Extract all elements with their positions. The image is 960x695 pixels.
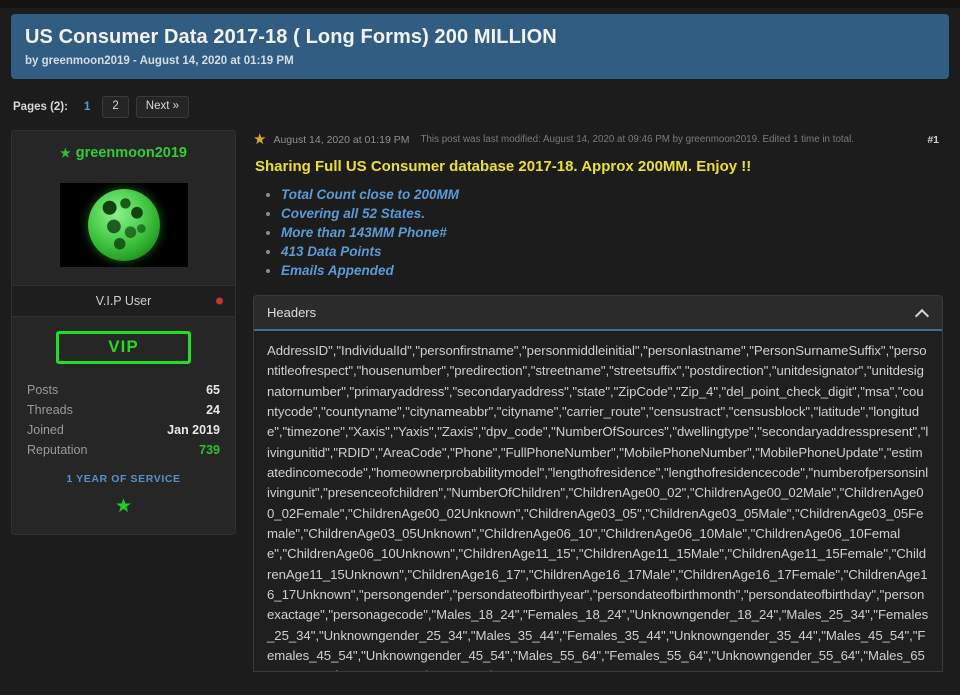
pagination-page-1[interactable]: 1 [79, 101, 95, 113]
stat-key-joined: Joined [27, 423, 64, 437]
post-bullet-list: Total Count close to 200MM Covering all … [281, 187, 949, 278]
green-star-award-icon[interactable]: ★ [24, 497, 223, 516]
post-star-icon: ★ [253, 132, 266, 147]
list-item: More than 143MM Phone# [281, 225, 949, 240]
list-item: 413 Data Points [281, 244, 949, 259]
green-moon-image [88, 189, 160, 261]
author-stats-panel: VIP Posts 65 Threads 24 Joined Jan 2019 … [12, 317, 235, 534]
headers-spoiler-title: Headers [267, 305, 316, 320]
author-identity: ★ greenmoon2019 [12, 131, 235, 286]
author-username: greenmoon2019 [76, 145, 187, 161]
post-lead-text: Sharing Full US Consumer database 2017-1… [255, 158, 949, 175]
stat-key-threads: Threads [27, 403, 73, 417]
stat-value-reputation[interactable]: 739 [199, 443, 220, 457]
pagination-label: Pages (2): [13, 101, 68, 113]
vip-group-badge: VIP [56, 331, 191, 364]
headers-spoiler-toggle[interactable]: Headers [254, 296, 942, 331]
post-header: ★ August 14, 2020 at 01:19 PM This post … [247, 130, 949, 147]
stat-key-reputation: Reputation [27, 443, 87, 457]
post-content-column: ★ August 14, 2020 at 01:19 PM This post … [247, 130, 949, 672]
bullet-text: 413 Data Points [281, 244, 382, 259]
stat-row: Joined Jan 2019 [24, 420, 223, 440]
thread-header-banner: US Consumer Data 2017-18 ( Long Forms) 2… [11, 14, 949, 79]
stat-value-posts: 65 [206, 383, 220, 397]
list-item: Covering all 52 States. [281, 206, 949, 221]
offline-status-dot [216, 298, 223, 305]
author-usertitle-row: V.I.P User [12, 286, 235, 317]
list-item: Total Count close to 200MM [281, 187, 949, 202]
author-panel: ★ greenmoon2019 V.I.P User VIP Posts 65 … [11, 130, 236, 535]
post-number-link[interactable]: #1 [927, 134, 947, 146]
avatar[interactable] [60, 183, 188, 267]
thread-byline: by greenmoon2019 - August 14, 2020 at 01… [25, 55, 935, 67]
bullet-text: Covering all 52 States. [281, 206, 425, 221]
stat-row: Reputation 739 [24, 440, 223, 460]
stat-value-joined: Jan 2019 [167, 423, 220, 437]
stat-row: Posts 65 [24, 380, 223, 400]
stat-row: Threads 24 [24, 400, 223, 420]
bullet-text: Total Count close to 200MM [281, 187, 459, 202]
post-date: August 14, 2020 at 01:19 PM [273, 134, 409, 146]
headers-spoiler-box: Headers AddressID","IndividualId","perso… [253, 295, 943, 672]
list-item: Emails Appended [281, 263, 949, 278]
post-container: ★ greenmoon2019 V.I.P User VIP Posts 65 … [11, 130, 949, 672]
top-bar [0, 0, 960, 8]
star-icon: ★ [60, 147, 71, 159]
bullet-text: Emails Appended [281, 263, 394, 278]
bullet-text: More than 143MM Phone# [281, 225, 447, 240]
pagination-page-2[interactable]: 2 [102, 96, 128, 118]
chevron-up-icon[interactable] [916, 309, 929, 317]
years-of-service-label: 1 YEAR OF SERVICE [24, 473, 223, 485]
pagination-next-button[interactable]: Next » [136, 96, 189, 118]
thread-title: US Consumer Data 2017-18 ( Long Forms) 2… [25, 25, 935, 50]
pagination: Pages (2): 1 2 Next » [13, 95, 947, 119]
stat-key-posts: Posts [27, 383, 58, 397]
stat-value-threads: 24 [206, 403, 220, 417]
post-edited-note: This post was last modified: August 14, … [420, 134, 854, 145]
author-usertitle: V.I.P User [96, 294, 152, 308]
headers-spoiler-content: AddressID","IndividualId","personfirstna… [254, 331, 942, 671]
author-username-link[interactable]: ★ greenmoon2019 [60, 145, 187, 161]
